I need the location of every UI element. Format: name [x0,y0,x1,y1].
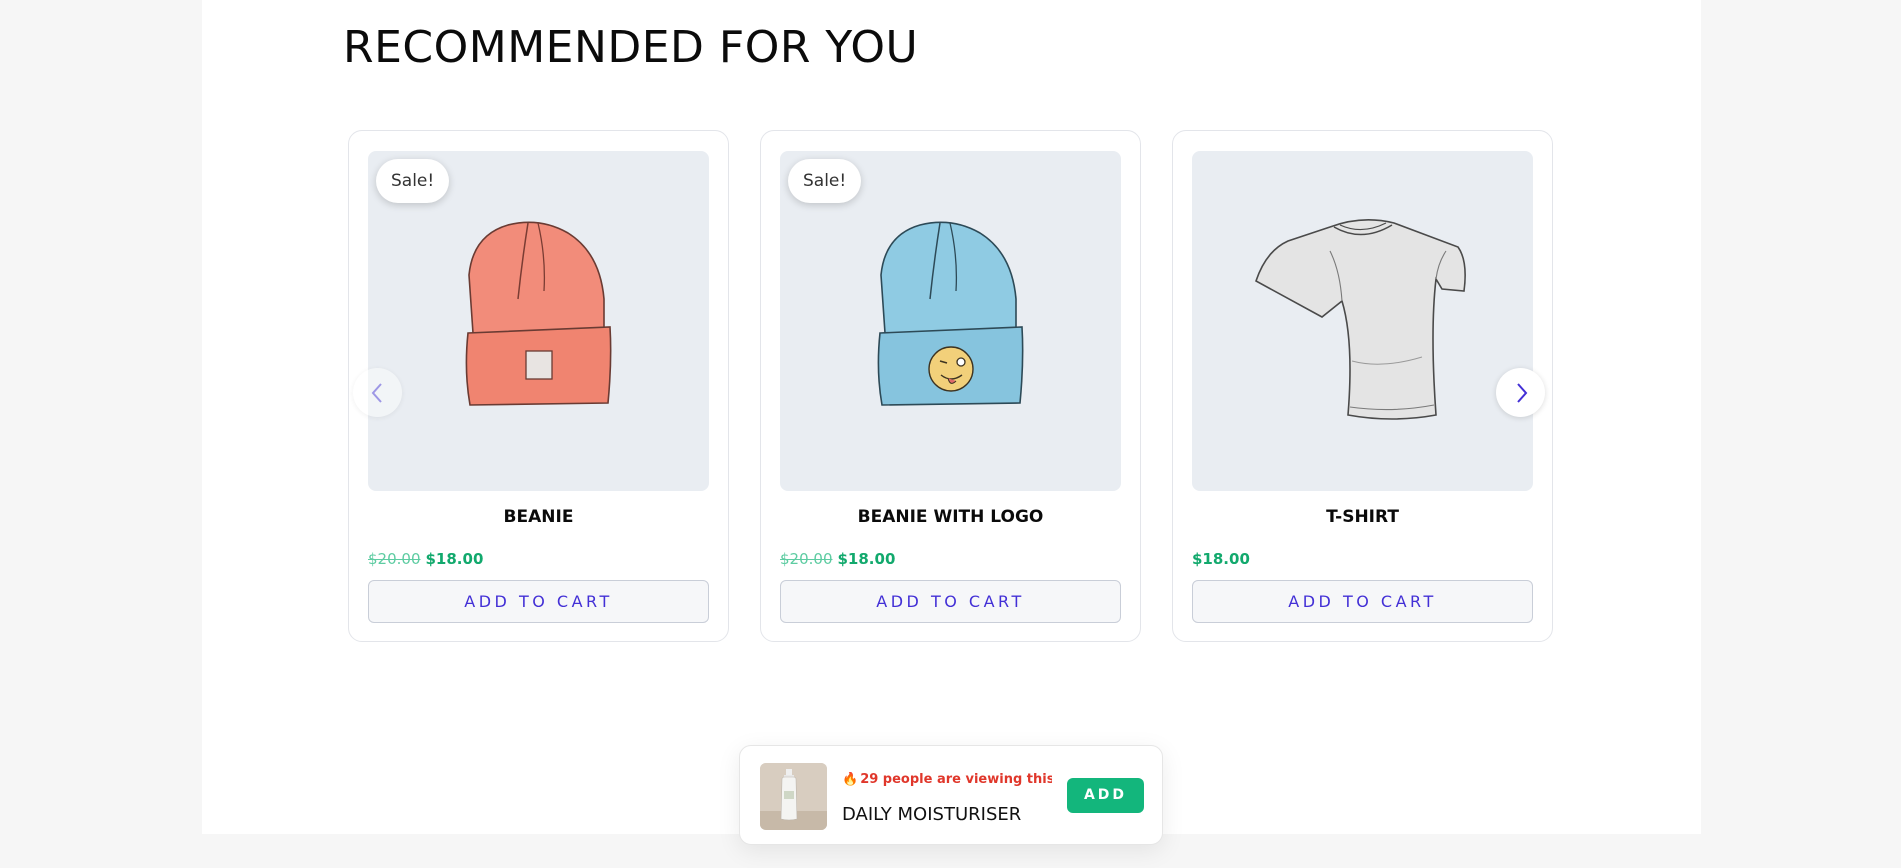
viewing-count: 🔥29 people are viewing this ... [842,772,1052,787]
price-row: $18.00 [1192,550,1250,568]
price-row: $20.00 $18.00 [368,550,483,568]
price-row: $20.00 $18.00 [780,550,895,568]
chevron-left-icon [371,382,382,403]
product-card[interactable]: Sale! BEANIE $20.00 $18.00 ADD TO CART [348,130,729,642]
sale-badge: Sale! [376,159,450,203]
regular-price: $20.00 [780,550,833,568]
t-shirt-icon [1255,219,1466,420]
sale-price: $18.00 [1192,550,1250,568]
fire-icon: 🔥 [842,772,859,787]
carousel-next-button[interactable] [1496,368,1545,417]
add-to-cart-button[interactable]: ADD TO CART [1192,580,1533,623]
product-carousel: Sale! BEANIE $20.00 $18.00 ADD TO CART Sa… [348,130,1553,644]
sale-badge: Sale! [788,159,862,203]
sticky-add-to-cart-bar: 🔥29 people are viewing this ... DAILY MO… [739,745,1163,845]
product-name[interactable]: T-SHIRT [1173,507,1552,527]
product-card[interactable]: Sale! BEANIE WITH LOGO $20.00 $18.00 ADD … [760,130,1141,642]
product-image[interactable]: Sale! [368,151,709,491]
product-name[interactable]: BEANIE WITH LOGO [761,507,1140,527]
sticky-add-button[interactable]: ADD [1067,778,1144,813]
product-image[interactable]: Sale! [780,151,1121,491]
product-image[interactable] [1192,151,1533,491]
add-to-cart-button[interactable]: ADD TO CART [368,580,709,623]
sticky-product-name: DAILY MOISTURISER [842,804,1022,825]
sale-price: $18.00 [837,550,896,568]
add-to-cart-button[interactable]: ADD TO CART [780,580,1121,623]
regular-price: $20.00 [368,550,421,568]
sale-price: $18.00 [425,550,484,568]
viewing-text: 29 people are viewing this ... [860,772,1052,787]
chevron-right-icon [1516,382,1527,403]
carousel-prev-button[interactable] [353,368,402,417]
product-thumbnail [760,763,827,830]
section-title: RECOMMENDED FOR YOU [343,22,919,73]
product-name[interactable]: BEANIE [349,507,728,527]
